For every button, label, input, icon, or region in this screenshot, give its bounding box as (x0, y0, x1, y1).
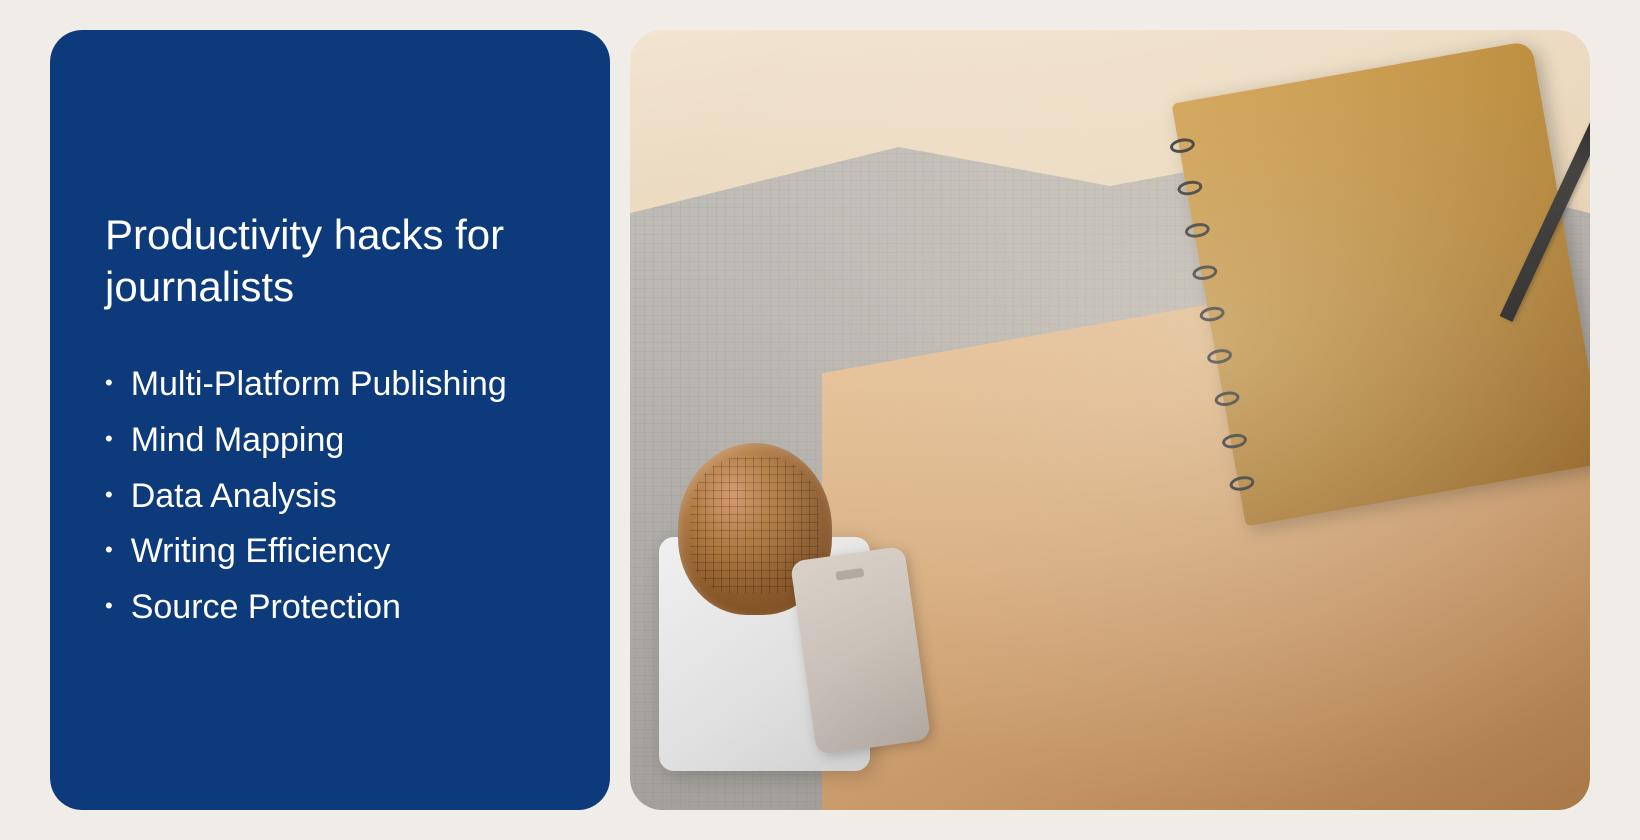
list-item: • Multi-Platform Publishing (105, 362, 560, 408)
bullet-item-label: Writing Efficiency (131, 529, 391, 575)
bullet-dot: • (105, 424, 113, 454)
bullet-item-label: Mind Mapping (131, 418, 345, 464)
list-item: • Mind Mapping (105, 418, 560, 464)
bullet-dot: • (105, 368, 113, 398)
title-line-2: journalists (105, 263, 294, 310)
bullet-item-label: Source Protection (131, 585, 401, 631)
list-item: • Writing Efficiency (105, 529, 560, 575)
bullet-item-label: Multi-Platform Publishing (131, 362, 507, 408)
title-line-1: Productivity hacks for (105, 211, 504, 258)
bullet-list: • Multi-Platform Publishing • Mind Mappi… (105, 362, 560, 631)
main-title: Productivity hacks for journalists (105, 209, 560, 314)
bullet-dot: • (105, 480, 113, 510)
light-overlay (630, 30, 1590, 810)
bullet-item-label: Data Analysis (131, 474, 337, 520)
list-item: • Source Protection (105, 585, 560, 631)
right-panel (630, 30, 1590, 810)
bullet-dot: • (105, 591, 113, 621)
left-panel: Productivity hacks for journalists • Mul… (50, 30, 610, 810)
bullet-dot: • (105, 535, 113, 565)
list-item: • Data Analysis (105, 474, 560, 520)
journalist-photo (630, 30, 1590, 810)
main-container: Productivity hacks for journalists • Mul… (50, 30, 1590, 810)
